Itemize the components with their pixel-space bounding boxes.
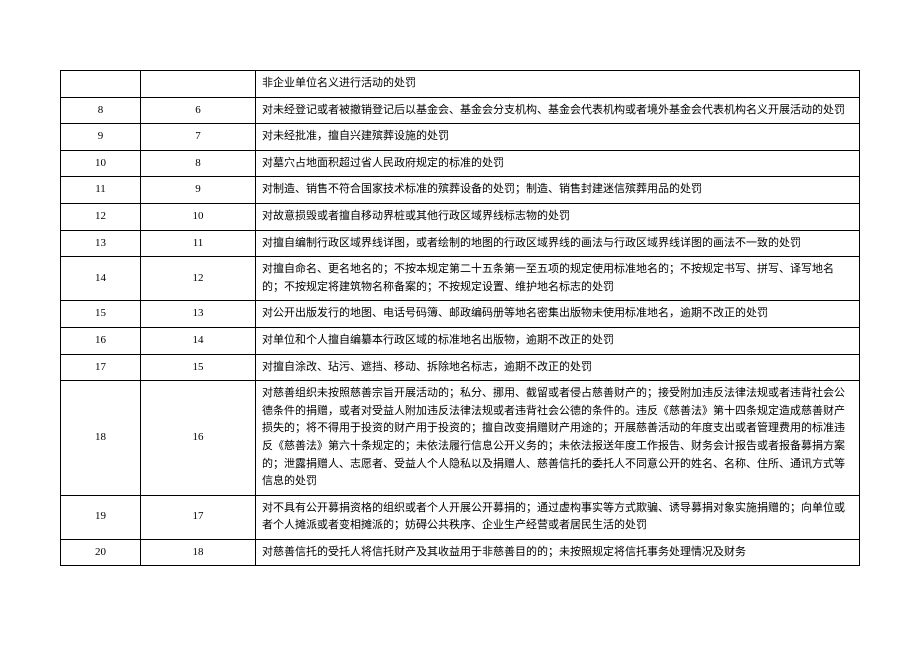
table-row: 1311对擅自编制行政区域界线详图，或者绘制的地图的行政区域界线的画法与行政区域…	[61, 230, 860, 257]
table-row: 1412对擅自命名、更名地名的；不按本规定第二十五条第一至五项的规定使用标准地名…	[61, 257, 860, 301]
col-subindex: 10	[141, 203, 256, 230]
col-index: 10	[61, 150, 141, 177]
col-index: 20	[61, 539, 141, 566]
table-row: 1513对公开出版发行的地图、电话号码簿、邮政编码册等地名密集出版物未使用标准地…	[61, 301, 860, 328]
col-index: 12	[61, 203, 141, 230]
col-subindex: 13	[141, 301, 256, 328]
col-description: 对不具有公开募捐资格的组织或者个人开展公开募捐的；通过虚构事实等方式欺骗、诱导募…	[256, 495, 860, 539]
col-index: 17	[61, 354, 141, 381]
col-description: 对公开出版发行的地图、电话号码簿、邮政编码册等地名密集出版物未使用标准地名，逾期…	[256, 301, 860, 328]
col-index: 13	[61, 230, 141, 257]
col-subindex: 9	[141, 177, 256, 204]
table-row: 108对墓穴占地面积超过省人民政府规定的标准的处罚	[61, 150, 860, 177]
penalty-table: 非企业单位名义进行活动的处罚86对未经登记或者被撤销登记后以基金会、基金会分支机…	[60, 70, 860, 566]
col-index: 14	[61, 257, 141, 301]
col-description: 对擅自编制行政区域界线详图，或者绘制的地图的行政区域界线的画法与行政区域界线详图…	[256, 230, 860, 257]
table-row: 2018对慈善信托的受托人将信托财产及其收益用于非慈善目的的；未按照规定将信托事…	[61, 539, 860, 566]
col-description: 对擅自涂改、玷污、遮挡、移动、拆除地名标志，逾期不改正的处罚	[256, 354, 860, 381]
col-subindex: 7	[141, 124, 256, 151]
col-description: 对制造、销售不符合国家技术标准的殡葬设备的处罚；制造、销售封建迷信殡葬用品的处罚	[256, 177, 860, 204]
table-row: 1210对故意损毁或者擅自移动界桩或其他行政区域界线标志物的处罚	[61, 203, 860, 230]
table-row: 119对制造、销售不符合国家技术标准的殡葬设备的处罚；制造、销售封建迷信殡葬用品…	[61, 177, 860, 204]
table-row: 1917对不具有公开募捐资格的组织或者个人开展公开募捐的；通过虚构事实等方式欺骗…	[61, 495, 860, 539]
col-description: 非企业单位名义进行活动的处罚	[256, 71, 860, 98]
table-row: 1614对单位和个人擅自编纂本行政区域的标准地名出版物，逾期不改正的处罚	[61, 327, 860, 354]
table-row: 1816对慈善组织未按照慈善宗旨开展活动的；私分、挪用、截留或者侵占慈善财产的；…	[61, 381, 860, 496]
col-index	[61, 71, 141, 98]
col-subindex: 6	[141, 97, 256, 124]
col-description: 对单位和个人擅自编纂本行政区域的标准地名出版物，逾期不改正的处罚	[256, 327, 860, 354]
col-description: 对慈善组织未按照慈善宗旨开展活动的；私分、挪用、截留或者侵占慈善财产的；接受附加…	[256, 381, 860, 496]
table-row: 97对未经批准，擅自兴建殡葬设施的处罚	[61, 124, 860, 151]
col-description: 对墓穴占地面积超过省人民政府规定的标准的处罚	[256, 150, 860, 177]
col-index: 15	[61, 301, 141, 328]
table-row: 非企业单位名义进行活动的处罚	[61, 71, 860, 98]
col-subindex: 12	[141, 257, 256, 301]
col-description: 对未经批准，擅自兴建殡葬设施的处罚	[256, 124, 860, 151]
col-index: 11	[61, 177, 141, 204]
col-subindex: 15	[141, 354, 256, 381]
table-row: 1715对擅自涂改、玷污、遮挡、移动、拆除地名标志，逾期不改正的处罚	[61, 354, 860, 381]
col-description: 对未经登记或者被撤销登记后以基金会、基金会分支机构、基金会代表机构或者境外基金会…	[256, 97, 860, 124]
col-subindex: 11	[141, 230, 256, 257]
col-index: 8	[61, 97, 141, 124]
col-subindex: 14	[141, 327, 256, 354]
col-description: 对慈善信托的受托人将信托财产及其收益用于非慈善目的的；未按照规定将信托事务处理情…	[256, 539, 860, 566]
col-index: 9	[61, 124, 141, 151]
col-subindex: 8	[141, 150, 256, 177]
col-subindex: 17	[141, 495, 256, 539]
col-description: 对故意损毁或者擅自移动界桩或其他行政区域界线标志物的处罚	[256, 203, 860, 230]
col-index: 19	[61, 495, 141, 539]
table-row: 86对未经登记或者被撤销登记后以基金会、基金会分支机构、基金会代表机构或者境外基…	[61, 97, 860, 124]
col-subindex	[141, 71, 256, 98]
col-subindex: 16	[141, 381, 256, 496]
col-description: 对擅自命名、更名地名的；不按本规定第二十五条第一至五项的规定使用标准地名的；不按…	[256, 257, 860, 301]
col-subindex: 18	[141, 539, 256, 566]
col-index: 16	[61, 327, 141, 354]
col-index: 18	[61, 381, 141, 496]
